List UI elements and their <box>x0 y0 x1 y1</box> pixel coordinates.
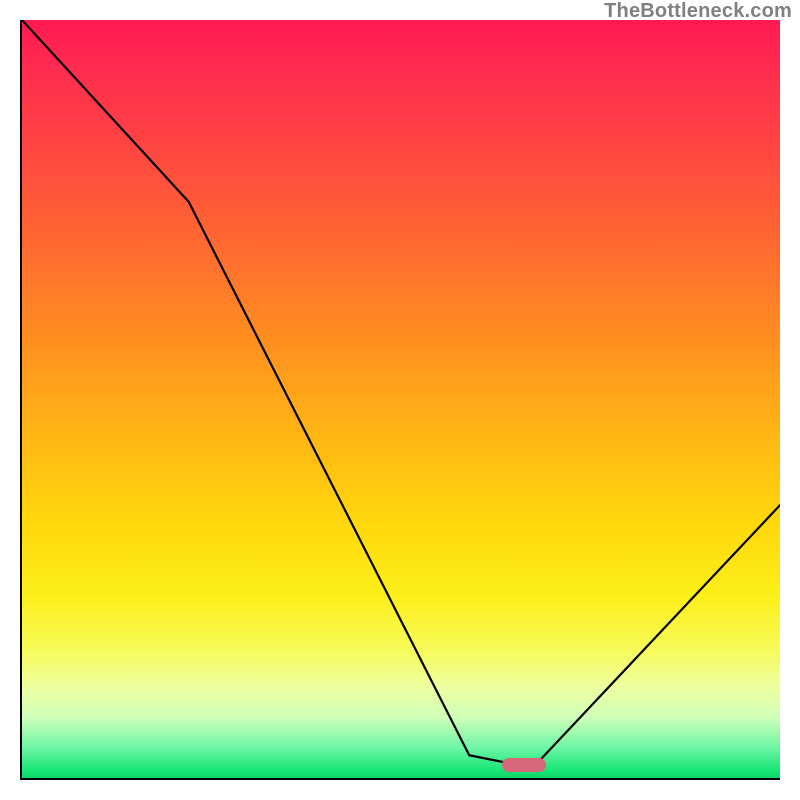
plot-area <box>20 20 780 780</box>
bottleneck-chart: TheBottleneck.com <box>0 0 800 800</box>
bottleneck-curve <box>22 20 780 778</box>
optimal-point-marker <box>502 758 546 772</box>
